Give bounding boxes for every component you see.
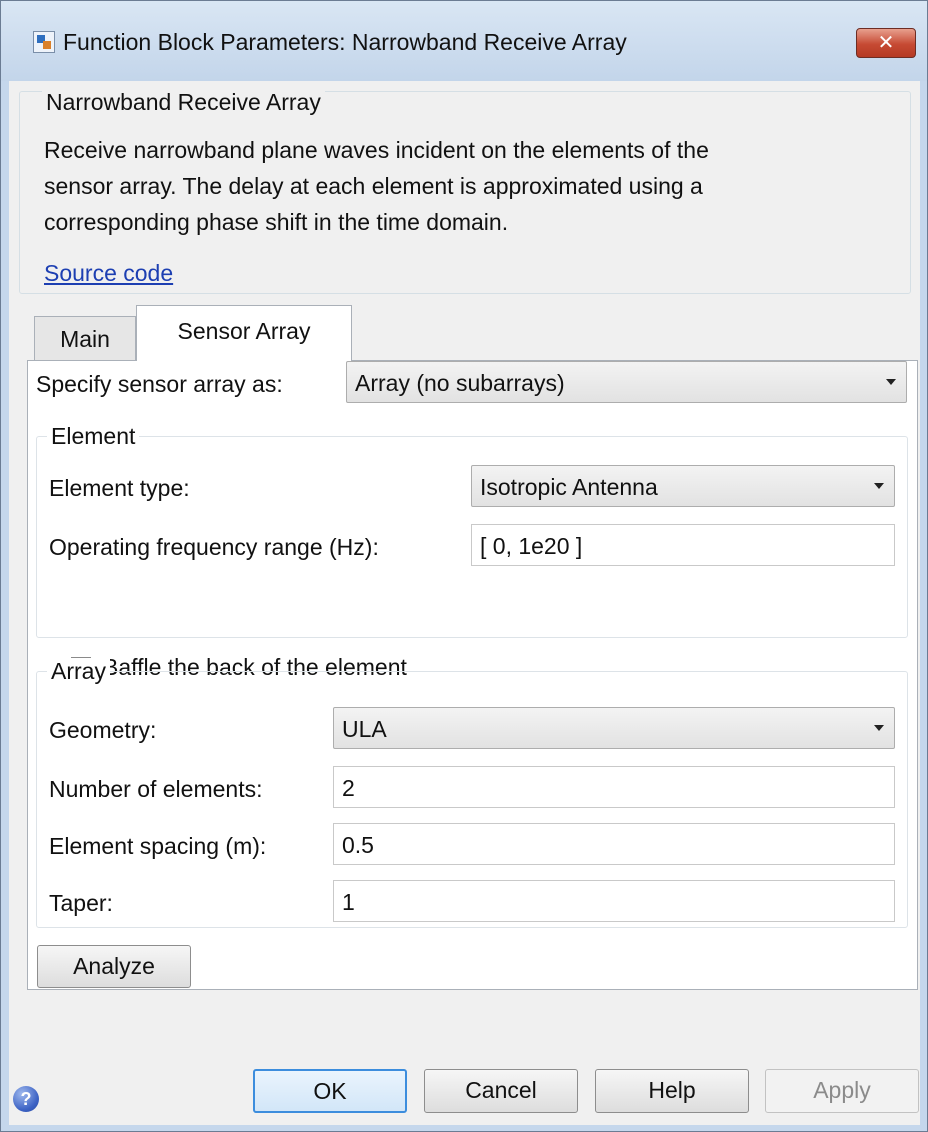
analyze-button[interactable]: Analyze — [37, 945, 191, 988]
specify-array-value: Array (no subarrays) — [355, 370, 565, 396]
question-circle-icon[interactable]: ? — [13, 1086, 39, 1112]
geometry-value: ULA — [342, 716, 387, 742]
source-code-link[interactable]: Source code — [44, 260, 173, 287]
element-type-label: Element type: — [49, 475, 190, 501]
array-group-title: Array — [47, 658, 110, 684]
description-line: sensor array. The delay at each element … — [44, 173, 703, 199]
frequency-range-field[interactable]: [ 0, 1e20 ] — [471, 524, 895, 566]
chevron-down-icon — [874, 483, 884, 489]
description-group-title: Narrowband Receive Array — [42, 89, 325, 115]
geometry-label: Geometry: — [49, 717, 157, 743]
num-elements-field[interactable]: 2 — [333, 766, 895, 808]
dialog-body: Narrowband Receive Array Receive narrowb… — [9, 81, 920, 1125]
description-line: Receive narrowband plane waves incident … — [44, 137, 709, 163]
description-line: corresponding phase shift in the time do… — [44, 209, 509, 235]
chevron-down-icon — [874, 725, 884, 731]
specify-array-label: Specify sensor array as: — [36, 371, 283, 397]
title-bar[interactable]: Function Block Parameters: Narrowband Re… — [1, 1, 927, 81]
window-title: Function Block Parameters: Narrowband Re… — [63, 29, 627, 55]
array-group: Array Geometry: ULA Number of elements: … — [36, 658, 908, 928]
description-group: Narrowband Receive Array Receive narrowb… — [19, 89, 911, 294]
cancel-button[interactable]: Cancel — [424, 1069, 578, 1113]
app-icon — [33, 31, 55, 53]
tab-panel-sensor-array: Specify sensor array as: Array (no subar… — [27, 360, 918, 990]
geometry-dropdown[interactable]: ULA — [333, 707, 895, 749]
tab-main[interactable]: Main — [34, 316, 136, 360]
element-spacing-value: 0.5 — [342, 832, 374, 858]
element-spacing-label: Element spacing (m): — [49, 833, 267, 859]
frequency-range-value: [ 0, 1e20 ] — [480, 533, 583, 559]
taper-field[interactable]: 1 — [333, 880, 895, 922]
ok-button[interactable]: OK — [253, 1069, 407, 1113]
apply-button: Apply — [765, 1069, 919, 1113]
close-button[interactable]: ✕ — [856, 28, 916, 58]
num-elements-label: Number of elements: — [49, 776, 263, 802]
taper-label: Taper: — [49, 890, 113, 916]
element-group-title: Element — [47, 423, 140, 449]
description-text: Receive narrowband plane waves incident … — [44, 132, 894, 240]
dialog-window: Function Block Parameters: Narrowband Re… — [0, 0, 928, 1132]
frequency-range-label: Operating frequency range (Hz): — [49, 534, 379, 560]
chevron-down-icon — [886, 379, 896, 385]
taper-value: 1 — [342, 889, 355, 915]
tab-sensor-array[interactable]: Sensor Array — [136, 305, 352, 361]
help-button[interactable]: Help — [595, 1069, 749, 1113]
element-type-value: Isotropic Antenna — [480, 474, 658, 500]
element-spacing-field[interactable]: 0.5 — [333, 823, 895, 865]
element-group: Element Element type: Isotropic Antenna … — [36, 423, 908, 680]
specify-array-dropdown[interactable]: Array (no subarrays) — [346, 361, 907, 403]
num-elements-value: 2 — [342, 775, 355, 801]
element-type-dropdown[interactable]: Isotropic Antenna — [471, 465, 895, 507]
